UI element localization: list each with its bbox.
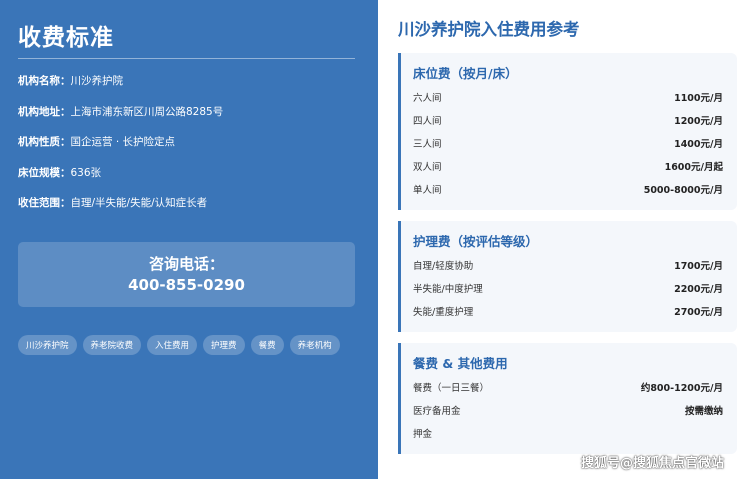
fee-label: 医疗备用金 (413, 406, 461, 417)
fee-label: 失能/重度护理 (413, 307, 474, 318)
fee-row: 餐费（一日三餐） 约800-1200元/月 (413, 377, 723, 400)
fee-label: 四人间 (413, 116, 442, 127)
info-key: 收住范围： (18, 197, 71, 209)
info-row-beds: 床位规模：636张 (18, 165, 360, 196)
tag-item[interactable]: 入住费用 (147, 334, 198, 355)
page-title: 收费标准 (18, 25, 114, 51)
fee-label: 三人间 (413, 139, 442, 150)
fee-label: 单人间 (413, 185, 442, 196)
info-row-address: 机构地址：上海市浦东新区川周公路8285号 (18, 104, 360, 135)
phone-number[interactable]: 400-855-0290 (18, 274, 355, 296)
fee-row: 双人间 1600元/月起 (413, 156, 723, 179)
fee-label: 自理/轻度协助 (413, 261, 474, 272)
fee-value: 按需缴纳 (684, 406, 723, 417)
tag-item[interactable]: 养老院收费 (82, 334, 142, 355)
nursing-fee-card: 护理费（按评估等级） 自理/轻度协助 1700元/月 半失能/中度护理 2200元/… (398, 221, 737, 332)
fee-row: 押金 (413, 423, 723, 446)
left-panel: 收费标准 机构名称：川沙养护院 机构地址：上海市浦东新区川周公路8285号 机构… (0, 0, 378, 479)
watermark: 搜狐号@搜狐焦点官微站 (580, 456, 724, 471)
fee-row: 失能/重度护理 2700元/月 (413, 301, 723, 324)
card-title: 餐费 & 其他费用 (413, 356, 508, 371)
fee-value: 1200元/月 (674, 116, 723, 127)
card-title: 床位费（按月/床） (413, 66, 518, 81)
info-value: 636张 (70, 166, 102, 179)
fee-value: 2700元/月 (674, 307, 723, 318)
fee-row: 三人间 1400元/月 (413, 133, 723, 156)
fee-value: 1700元/月 (674, 261, 723, 272)
info-value: 川沙养护院 (70, 75, 124, 87)
fee-label: 押金 (413, 429, 433, 440)
right-panel: 川沙养护院入住费用参考 床位费（按月/床） 六人间 1100元/月 四人间 1200… (378, 0, 740, 479)
info-row-scope: 收住范围：自理/半失能/失能/认知症长者 (18, 195, 360, 226)
fee-row: 医疗备用金 按需缴纳 (413, 400, 723, 423)
info-row-name: 机构名称：川沙养护院 (18, 73, 360, 104)
fee-value: 1400元/月 (674, 139, 723, 150)
fee-value: 约800-1200元/月 (640, 383, 723, 394)
tag-item[interactable]: 护理费 (203, 334, 245, 355)
fee-row: 四人间 1200元/月 (413, 110, 723, 133)
info-value: 上海市浦东新区川周公路8285号 (70, 105, 224, 118)
divider (18, 58, 355, 59)
consult-phone-box[interactable]: 咨询电话： 400-855-0290 (18, 241, 355, 307)
phone-label: 咨询电话： (148, 254, 224, 273)
bed-fee-card: 床位费（按月/床） 六人间 1100元/月 四人间 1200元/月 三人间 1400元… (398, 53, 737, 210)
fee-label: 双人间 (413, 162, 442, 173)
fee-row: 六人间 1100元/月 (413, 87, 723, 110)
tag-item[interactable]: 养老机构 (289, 334, 340, 355)
fee-value: 1100元/月 (674, 93, 723, 104)
fee-reference-title: 川沙养护院入住费用参考 (398, 20, 580, 39)
info-key: 机构地址： (18, 105, 71, 118)
fee-row: 单人间 5000-8000元/月 (413, 179, 723, 202)
card-title: 护理费（按评估等级） (413, 234, 539, 249)
info-key: 床位规模： (18, 166, 71, 179)
info-key: 机构性质： (18, 136, 71, 148)
info-value: 国企运营 · 长护险定点 (70, 136, 176, 148)
fee-label: 餐费（一日三餐） (413, 383, 490, 394)
tag-item[interactable]: 餐费 (250, 334, 284, 355)
info-row-nature: 机构性质：国企运营 · 长护险定点 (18, 134, 360, 165)
fee-value: 1600元/月起 (664, 162, 723, 173)
meal-other-fee-card: 餐费 & 其他费用 餐费（一日三餐） 约800-1200元/月 医疗备用金 按需缴纳… (398, 343, 737, 454)
fee-value: 2200元/月 (674, 284, 723, 295)
info-value: 自理/半失能/失能/认知症长者 (70, 197, 208, 209)
fee-label: 六人间 (413, 93, 442, 104)
fee-row: 自理/轻度协助 1700元/月 (413, 255, 723, 278)
fee-label: 半失能/中度护理 (413, 284, 483, 295)
fee-row: 半失能/中度护理 2200元/月 (413, 278, 723, 301)
fee-value: 5000-8000元/月 (643, 185, 723, 196)
tag-list: 川沙养护院 养老院收费 入住费用 护理费 餐费 养老机构 (18, 334, 360, 355)
info-key: 机构名称： (18, 75, 71, 87)
tag-item[interactable]: 川沙养护院 (18, 334, 77, 355)
